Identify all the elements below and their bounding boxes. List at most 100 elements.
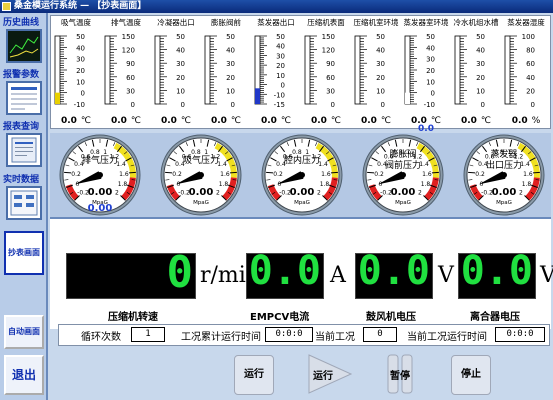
current-mode-label: 当前工况	[315, 332, 355, 343]
thermometer-tick-label: 10	[276, 72, 285, 80]
thermometer-value: 0.0 ℃	[351, 116, 401, 126]
thermometer-label: 蒸发器出口	[257, 18, 295, 27]
pressure-gauge-3: -0.2 0 0.2 0.4 0.6 0.8 1 1.2 1.4 1.6 1.8 2 膨胀阀 阀前压力 0.…	[355, 133, 451, 217]
nav-alarm-params-thumb[interactable]	[6, 81, 42, 115]
gauge-tick-label: 1.6	[220, 171, 230, 178]
gauge-tick-label: 0.2	[273, 171, 283, 178]
nav-report-query-thumb[interactable]	[6, 133, 42, 167]
thermometer-value-number: 0.0	[60, 116, 77, 126]
total-runtime-label: 工况累计运行时间	[181, 332, 261, 343]
thermometer-value-number: 0.0	[360, 116, 377, 126]
thermometer-tick-label: 50	[376, 33, 385, 41]
cycle-count-label: 循环次数	[81, 332, 121, 343]
blower-voltage-unit: V	[438, 263, 454, 288]
thermometer-tick-label: 30	[226, 60, 235, 68]
thermometer-tick-label: 40	[226, 47, 235, 55]
nav-history-curve-thumb[interactable]	[6, 29, 42, 63]
thermometer-6: 压缩机室环境 50 40 30 20 10 0 0.0 ℃	[351, 16, 401, 128]
thermometer-tick-label: 0	[81, 90, 85, 98]
thermometer-label: 吸气温度	[61, 18, 91, 27]
thermometer-tick-label: 40	[276, 43, 285, 51]
thermometer-tick-label: 90	[126, 60, 135, 68]
digital-readout-panel: 0 r/min 压缩机转速 0.0 A EMPCV电流 0.0 V 鼓风机电压 …	[50, 219, 553, 329]
thermometer-tick-label: 50	[176, 33, 185, 41]
thermometer-value-unit: ℃	[130, 116, 142, 126]
thermometer-value: 0.0 ℃	[51, 116, 101, 126]
thermometer-value: 0.0 ℃	[151, 116, 201, 126]
exit-label: 退出	[11, 368, 36, 382]
gauge-tick-label: 0	[76, 181, 80, 188]
exit-button[interactable]: 退出	[4, 355, 44, 395]
title-bar: 桑金模运行系统 — 【抄表画面】	[0, 0, 553, 13]
thermometer-value-unit: ℃	[330, 116, 342, 126]
current-value: 0.0	[248, 248, 321, 294]
stop-button-label: 停止	[461, 369, 481, 380]
gauge-tick-label: 1.8	[522, 181, 532, 188]
thermometer-tick-label: 0	[281, 82, 285, 90]
thermometer-4: 蒸发器出口 50 40 30 20 10 0 -10 -15 0.0 ℃	[251, 16, 301, 128]
thermometer-tick-label: 20	[376, 74, 385, 82]
thermometer-value-number: 0.0	[160, 116, 177, 126]
gauge-tick-label: 1.6	[422, 171, 432, 178]
gauge-name: 排气压力	[82, 154, 118, 166]
gauge-tick-label: 0.2	[475, 171, 485, 178]
run-button-2[interactable]: 运行	[305, 353, 353, 395]
gauge-tick-label: 2	[519, 189, 523, 196]
gauge-value: 0.00	[189, 187, 214, 198]
thermometer-scale: 50 40 30 20 10 0	[154, 33, 185, 109]
gauge-tick-label: 1	[305, 149, 309, 156]
thermometer-tick-label: 10	[76, 78, 85, 86]
thermometer-tick-label: 20	[426, 67, 435, 75]
thermometer-value: 0.0 ℃	[101, 116, 151, 126]
gauge-value-secondary: 0.00	[87, 203, 113, 214]
thermometer-tick-label: 20	[526, 87, 535, 95]
thermometer-tick-label: 40	[176, 47, 185, 55]
report-thumb-icon	[11, 137, 37, 163]
current-label: EMPCV电流	[250, 312, 310, 323]
thermometer-tick-label: 80	[526, 47, 535, 55]
pause-button[interactable]: 暂停	[378, 353, 422, 395]
thermometer-tick-label: 20	[76, 67, 85, 75]
stop-button[interactable]: 停止	[451, 355, 491, 395]
thermometer-tick-label: 20	[176, 74, 185, 82]
gauge-tick-label: 2	[115, 189, 119, 196]
nav-alarm-params-label[interactable]: 报警参数	[3, 67, 39, 80]
thermometer-5: 压缩机表面 150 120 90 60 30 0 0.0 ℃	[301, 16, 351, 128]
thermometer-tick-label: 30	[276, 52, 285, 60]
thermometer-tick-label: 20	[226, 74, 235, 82]
thermometer-tick-label: 30	[476, 60, 485, 68]
thermometer-fill	[255, 88, 260, 104]
gauge-name: 腔内压力	[284, 154, 320, 166]
thermometer-scale: 50 40 30 20 10 0 -10	[404, 33, 435, 109]
nav-meter-reading-button[interactable]: 抄表画面	[4, 231, 44, 275]
clutch-voltage-label: 离合器电压	[470, 312, 520, 323]
thermometer-tick-label: 0	[331, 101, 335, 109]
nav-realtime-data-label[interactable]: 实时数据	[3, 172, 39, 185]
nav-report-query-label[interactable]: 报表查询	[3, 119, 39, 132]
thermometer-value-number: 0.0	[511, 116, 528, 126]
thermometer-scale: 100 80 60 40 20 0	[504, 33, 535, 109]
thermometer-tick-label: 30	[426, 56, 435, 64]
gauge-tick-label: 0	[379, 181, 383, 188]
gauge-tick-label: 1.6	[523, 171, 533, 178]
thermometer-value-unit: ℃	[80, 116, 92, 126]
gauge-tick-label: 2	[418, 189, 422, 196]
thermometer-2: 冷凝器出口 50 40 30 20 10 0 0.0 ℃	[151, 16, 201, 128]
nav-auto-screen-button[interactable]: 自动画面	[4, 315, 44, 349]
gauge-tick-label: 0.8	[191, 149, 201, 156]
gauge-tick-label: 0	[278, 181, 282, 188]
pressure-gauge-0: -0.2 0 0.2 0.4 0.6 0.8 1 1.2 1.4 1.6 1.8 2 排气压力 0.00 M…	[52, 133, 148, 217]
thermometer-tick-label: 0	[531, 101, 535, 109]
thermometer-tick-label: 0	[381, 101, 385, 109]
clutch-voltage-display: 0.0	[458, 251, 536, 299]
nav-realtime-data-thumb[interactable]	[6, 186, 42, 220]
thermometer-value-unit: ℃	[480, 116, 492, 126]
thermometer-tick-label: 10	[476, 87, 485, 95]
current-runtime-label: 当前工况运行时间	[407, 332, 487, 343]
thermometer-scale: 50 4030 20 10 0-10 -15	[254, 33, 285, 109]
nav-history-curve-label[interactable]: 历史曲线	[3, 15, 39, 28]
thermometer-scale: 50 40 30 20 10 0	[204, 33, 235, 109]
thermometer-value-unit: ℃	[230, 116, 242, 126]
thermometer-tick-label: 50	[226, 33, 235, 41]
run-button-1[interactable]: 运行	[234, 355, 274, 395]
